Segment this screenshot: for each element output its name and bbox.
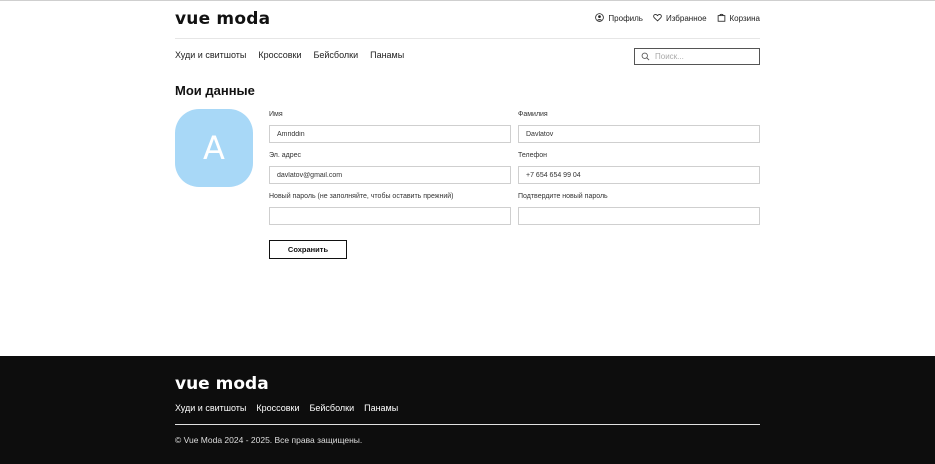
new-password-field[interactable] — [269, 207, 511, 225]
cart-link[interactable]: Корзина — [717, 13, 760, 24]
favorites-link[interactable]: Избранное — [653, 13, 707, 24]
bag-icon — [717, 13, 726, 24]
phone-label: Телефон — [518, 152, 548, 159]
avatar-initial: A — [203, 129, 225, 167]
footer-logo[interactable]: vue moda — [175, 374, 269, 394]
footer-nav-item-sneakers[interactable]: Кроссовки — [256, 403, 299, 413]
avatar: A — [175, 109, 253, 187]
footer-nav-item-hoodies[interactable]: Худи и свитшоты — [175, 403, 246, 413]
header-actions: Профиль Избранное Корзина — [595, 13, 760, 24]
nav-item-hoodies[interactable]: Худи и свитшоты — [175, 50, 246, 60]
copyright-text: © Vue Moda 2024 - 2025. Все права защище… — [175, 435, 363, 445]
site-header: vue moda Профиль Избранное Корзина — [175, 1, 760, 39]
nav-item-panamas[interactable]: Панамы — [370, 50, 404, 60]
footer-nav-item-caps[interactable]: Бейсболки — [309, 403, 354, 413]
site-footer: vue moda Худи и свитшоты Кроссовки Бейсб… — [0, 356, 935, 464]
search-input[interactable] — [655, 52, 745, 61]
user-circle-icon — [595, 13, 605, 24]
phone-field[interactable] — [518, 166, 760, 184]
main-nav: Худи и свитшоты Кроссовки Бейсболки Пана… — [175, 50, 404, 60]
last-name-label: Фамилия — [518, 111, 548, 118]
save-button[interactable]: Сохранить — [269, 240, 347, 259]
site-logo[interactable]: vue moda — [175, 9, 270, 29]
profile-link[interactable]: Профиль — [595, 13, 643, 24]
search-box[interactable] — [634, 48, 760, 65]
confirm-password-label: Подтвердите новый пароль — [518, 193, 608, 200]
page-title: Мои данные — [175, 83, 255, 98]
confirm-password-field[interactable] — [518, 207, 760, 225]
new-password-label: Новый пароль (не заполняйте, чтобы остав… — [269, 193, 454, 200]
cart-label: Корзина — [729, 14, 760, 23]
favorites-label: Избранное — [665, 14, 707, 23]
email-field[interactable] — [269, 166, 511, 184]
first-name-field[interactable] — [269, 125, 511, 143]
footer-nav-item-panamas[interactable]: Панамы — [364, 403, 398, 413]
footer-nav: Худи и свитшоты Кроссовки Бейсболки Пана… — [175, 403, 398, 413]
search-icon — [641, 48, 650, 66]
footer-divider — [175, 424, 760, 425]
last-name-field[interactable] — [518, 125, 760, 143]
nav-item-caps[interactable]: Бейсболки — [313, 50, 358, 60]
heart-icon — [653, 13, 662, 24]
first-name-label: Имя — [269, 111, 283, 118]
nav-item-sneakers[interactable]: Кроссовки — [258, 50, 301, 60]
profile-label: Профиль — [608, 14, 643, 23]
email-label: Эл. адрес — [269, 152, 302, 159]
